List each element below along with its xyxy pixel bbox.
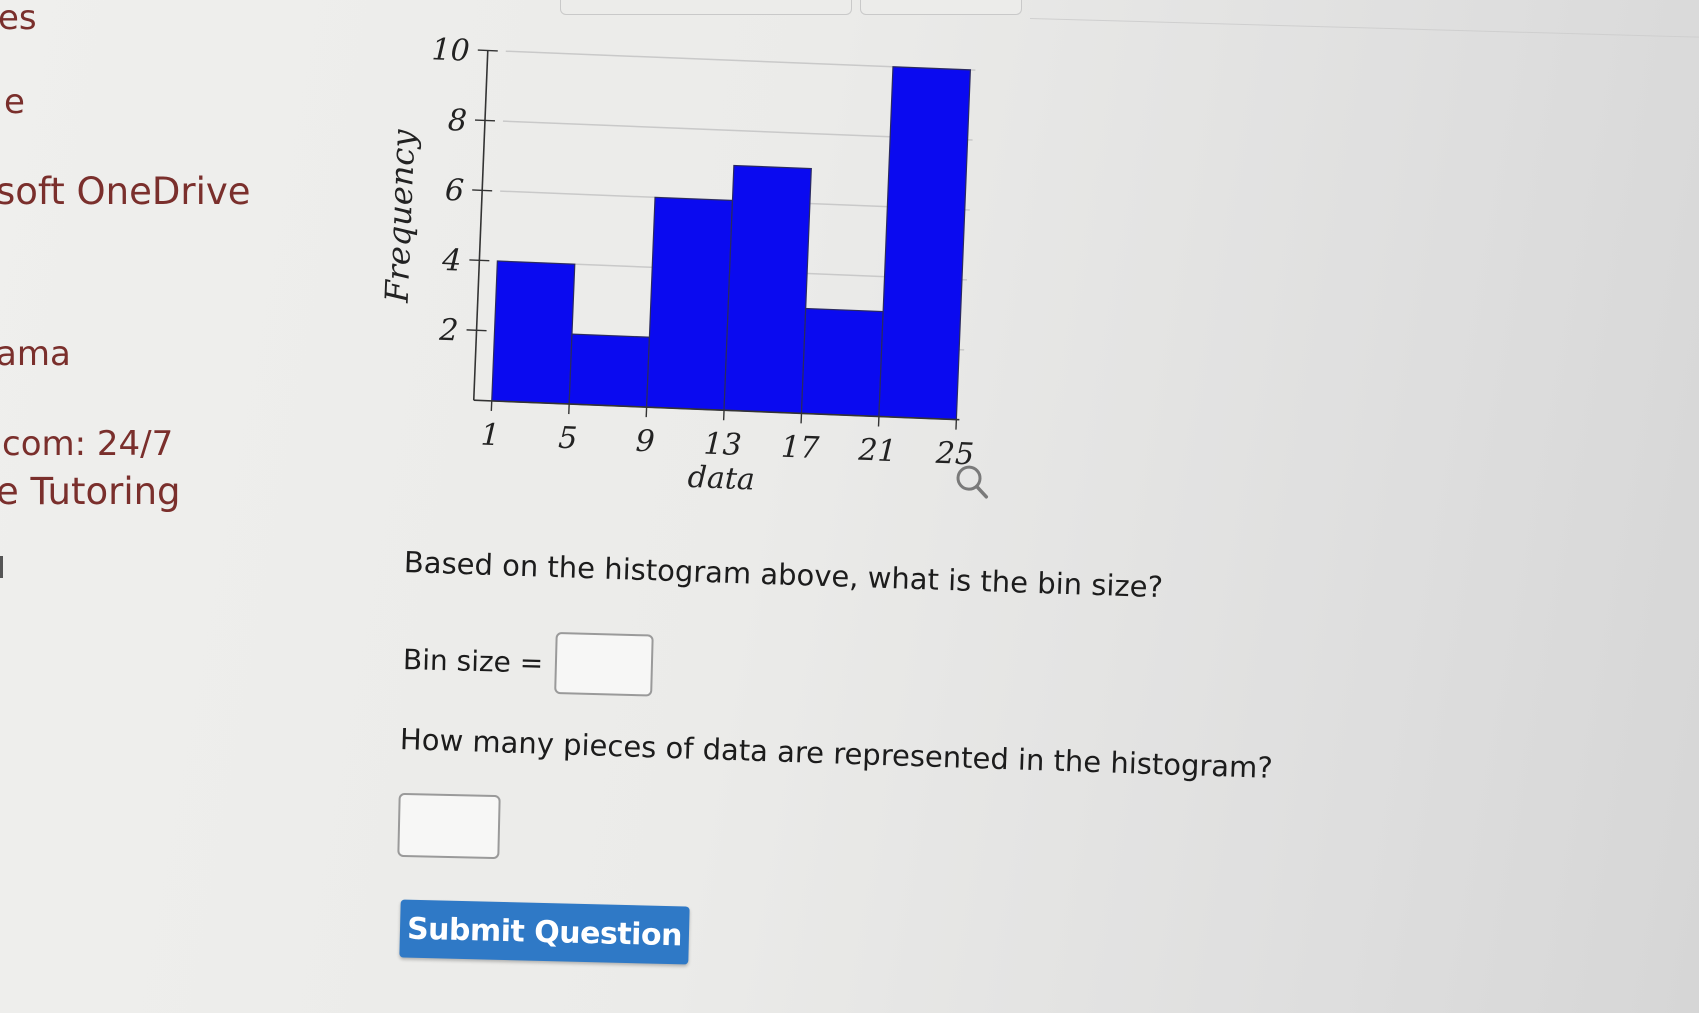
bin-size-input[interactable]	[554, 631, 655, 697]
question-data-count: How many pieces of data are represented …	[399, 722, 1274, 785]
sidebar-item-panorama[interactable]: ama	[0, 334, 71, 374]
y-tick-label: 4	[441, 243, 462, 279]
data-count-input[interactable]	[397, 792, 501, 860]
x-axis-title: data	[687, 460, 755, 498]
sidebar-item-label: e	[4, 82, 25, 122]
histogram-bar	[491, 260, 576, 405]
sidebar-item-e[interactable]: e	[4, 82, 25, 122]
x-tick-label: 17	[780, 430, 820, 467]
sidebar-item-label: ama	[0, 334, 71, 374]
sidebar-item-label: soft OneDrive	[0, 170, 251, 213]
sidebar-item-label: e Tutoring	[0, 470, 181, 513]
histogram-bar	[645, 196, 734, 411]
left-marker	[0, 556, 3, 578]
histogram-chart: 2 4 6 8 10 1 5 9 13 17 21 25 data Frequency	[378, 27, 1111, 545]
x-tick-label: 1	[480, 418, 500, 454]
top-tab[interactable]	[860, 0, 1022, 15]
screen: es e soft OneDrive ama com: 24/7 e Tutor…	[0, 0, 1699, 1013]
histogram-bar	[568, 333, 651, 408]
histogram-bar	[723, 164, 812, 415]
submit-question-button[interactable]: Submit Question	[399, 899, 690, 965]
sidebar-item-tutoring-com[interactable]: com: 24/7	[2, 424, 173, 464]
histogram-svg: 2468101 5 9 13 17 21 25dataFrequency	[378, 32, 989, 499]
y-tick-label: 10	[431, 32, 471, 69]
y-tick	[466, 329, 487, 332]
divider	[1029, 18, 1699, 39]
question-bin-size: Based on the histogram above, what is th…	[403, 545, 1164, 605]
x-tick-label: 21	[857, 433, 898, 470]
histogram-bar	[800, 307, 884, 418]
y-tick	[469, 259, 490, 262]
y-axis-title: Frequency	[378, 128, 423, 304]
x-tick-label: 13	[703, 426, 743, 463]
top-tab[interactable]	[560, 0, 852, 15]
sidebar-item-resources[interactable]: es	[0, 0, 37, 38]
bin-size-row: Bin size =	[402, 626, 655, 699]
y-tick-label: 6	[444, 173, 464, 209]
y-tick-label: 2	[438, 313, 459, 349]
x-tick-label: 9	[635, 424, 655, 460]
histogram-bar	[878, 66, 972, 421]
y-tick	[474, 119, 496, 122]
sidebar-item-onedrive[interactable]: soft OneDrive	[0, 170, 251, 213]
sidebar-item-tutoring[interactable]: e Tutoring	[0, 470, 181, 513]
y-tick	[472, 189, 493, 192]
y-tick-label: 8	[447, 103, 467, 139]
y-tick	[477, 49, 498, 52]
x-tick-label: 5	[558, 421, 578, 457]
sidebar-item-label: com: 24/7	[2, 424, 174, 464]
bin-size-label: Bin size =	[402, 642, 544, 680]
sidebar-item-label: es	[0, 0, 37, 38]
y-axis-line	[472, 50, 489, 401]
